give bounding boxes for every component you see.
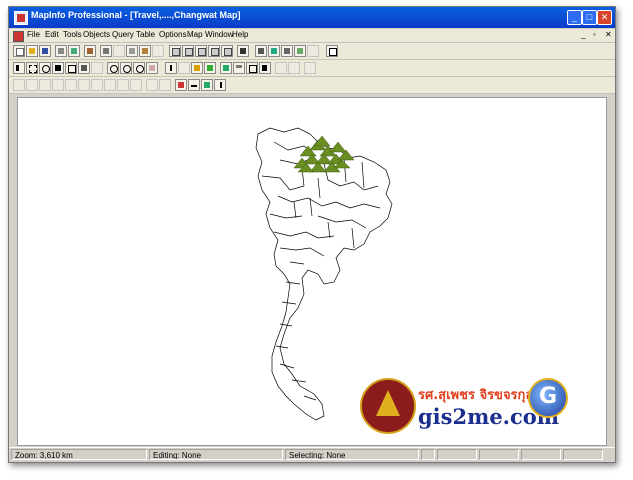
rectangle-tool-icon[interactable]	[78, 79, 90, 91]
globe-logo-icon: G	[528, 378, 568, 418]
menu-bar: File Edit Tools Objects Query Table Opti…	[9, 29, 615, 43]
university-seal-logo	[360, 378, 416, 434]
copy-icon[interactable]	[126, 45, 138, 57]
zoom-out-icon[interactable]	[120, 62, 132, 74]
travel-points-layer	[293, 135, 355, 173]
editing-status[interactable]: Editing: None	[149, 449, 283, 460]
set-target-icon[interactable]	[304, 62, 316, 74]
text-style-icon[interactable]	[214, 79, 226, 91]
status-bar: Zoom: 3,610 km Editing: None Selecting: …	[9, 447, 615, 462]
redistrict-icon[interactable]	[221, 45, 233, 57]
radius-select-icon[interactable]	[39, 62, 51, 74]
text-tool-icon[interactable]	[117, 79, 129, 91]
select-arrow-icon[interactable]	[13, 62, 25, 74]
status-cell-2	[437, 449, 477, 460]
maximize-button[interactable]: □	[582, 10, 597, 25]
region-tool-icon[interactable]	[159, 79, 171, 91]
cut-icon[interactable]	[113, 45, 125, 57]
mapinfo-app-icon[interactable]	[14, 11, 28, 25]
menu-help[interactable]: Help	[232, 30, 248, 39]
menu-table[interactable]: Table	[136, 30, 155, 39]
reshape-tool-icon[interactable]	[130, 79, 142, 91]
polygon-tool-icon[interactable]	[52, 79, 64, 91]
save-workspace-icon[interactable]	[84, 45, 96, 57]
polyline-tool-icon[interactable]	[26, 79, 38, 91]
paste-icon[interactable]	[139, 45, 151, 57]
mdi-restore-button[interactable]: ▫	[593, 30, 596, 39]
status-cell-4	[521, 449, 561, 460]
zoom-status[interactable]: Zoom: 3,610 km	[11, 449, 147, 460]
minimize-button[interactable]: _	[567, 10, 582, 25]
save-icon[interactable]	[39, 45, 51, 57]
show-coordinates-icon[interactable]	[288, 62, 300, 74]
info-i-icon[interactable]	[165, 62, 177, 74]
menu-query[interactable]: Query	[112, 30, 134, 39]
add-node-tool-icon[interactable]	[146, 79, 158, 91]
menu-window[interactable]: Window	[205, 30, 233, 39]
change-view-icon[interactable]	[133, 62, 145, 74]
zoom-in-icon[interactable]	[107, 62, 119, 74]
new-browser-icon[interactable]	[169, 45, 181, 57]
menu-options[interactable]: Options	[159, 30, 187, 39]
marquee-select-icon[interactable]	[26, 62, 38, 74]
hotlink-icon[interactable]	[204, 62, 216, 74]
tool-manager-icon[interactable]	[255, 45, 267, 57]
menu-edit[interactable]: Edit	[45, 30, 59, 39]
unselect-icon[interactable]	[91, 62, 103, 74]
close-table-icon[interactable]	[68, 45, 80, 57]
mdi-close-button[interactable]: ✕	[605, 30, 612, 39]
drag-map-icon[interactable]	[191, 62, 203, 74]
window-title: MapInfo Professional - [Travel,....,Chan…	[31, 10, 241, 20]
selecting-status[interactable]: Selecting: None	[285, 449, 419, 460]
gis2me-watermark: รศ.สุเพชร จิรขจรกุล gis2me.com G	[360, 378, 570, 434]
ellipse-tool-icon[interactable]	[65, 79, 77, 91]
menu-map[interactable]: Map	[187, 30, 203, 39]
standard-toolbar	[9, 43, 615, 60]
help-icon[interactable]	[237, 45, 249, 57]
line-style-icon[interactable]	[188, 79, 200, 91]
invert-selection-icon[interactable]	[78, 62, 90, 74]
region-style-icon[interactable]	[201, 79, 213, 91]
frame-tool-icon[interactable]	[104, 79, 116, 91]
new-layout-icon[interactable]	[208, 45, 220, 57]
drawing-toolbar	[9, 77, 615, 94]
main-toolbar	[9, 60, 615, 77]
title-bar[interactable]: MapInfo Professional - [Travel,....,Chan…	[9, 7, 615, 28]
author-thai-name: รศ.สุเพชร จิรขจรกุล	[418, 388, 534, 403]
menu-tools[interactable]: Tools	[63, 30, 82, 39]
disabled-tool-icon[interactable]	[307, 45, 319, 57]
boundary-select-icon[interactable]	[52, 62, 64, 74]
symbol-style-icon[interactable]	[175, 79, 187, 91]
status-cell-5	[563, 449, 603, 460]
rounded-rect-tool-icon[interactable]	[91, 79, 103, 91]
polygon-select-icon[interactable]	[65, 62, 77, 74]
clip-region-icon[interactable]	[275, 62, 287, 74]
mdi-minimize-button[interactable]: _	[581, 30, 585, 39]
menu-file[interactable]: File	[27, 30, 40, 39]
legend-icon[interactable]	[246, 62, 258, 74]
statistics-sigma-icon[interactable]	[259, 62, 271, 74]
status-cell-3	[479, 449, 519, 460]
print-preview-icon[interactable]	[100, 45, 112, 57]
new-icon[interactable]	[13, 45, 25, 57]
print-icon[interactable]	[55, 45, 67, 57]
document-icon[interactable]	[13, 31, 24, 42]
line-tool-icon[interactable]	[13, 79, 25, 91]
table-icon[interactable]	[294, 45, 306, 57]
info-tool-icon[interactable]	[268, 45, 280, 57]
new-graph-icon[interactable]	[195, 45, 207, 57]
layer-control-icon[interactable]	[220, 62, 232, 74]
new-map-icon[interactable]	[182, 45, 194, 57]
open-icon[interactable]	[26, 45, 38, 57]
close-button[interactable]: ✕	[597, 10, 612, 25]
pan-hand-icon[interactable]	[146, 62, 158, 74]
status-cell-1	[421, 449, 435, 460]
label-tool-icon[interactable]	[178, 62, 190, 74]
menu-objects[interactable]: Objects	[83, 30, 110, 39]
run-program-icon[interactable]	[281, 45, 293, 57]
ruler-icon[interactable]	[233, 62, 245, 74]
layout-window-icon[interactable]	[326, 45, 338, 57]
arc-tool-icon[interactable]	[39, 79, 51, 91]
undo-icon[interactable]	[152, 45, 164, 57]
